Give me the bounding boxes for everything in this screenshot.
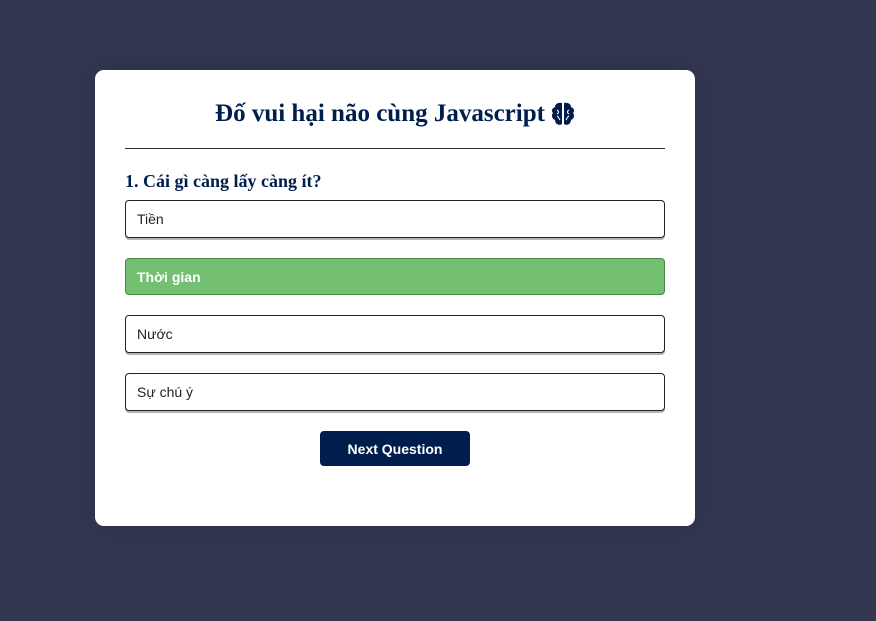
- quiz-title-text: Đố vui hại não cùng Javascript: [215, 100, 545, 127]
- question-text: 1. Cái gì càng lấy càng ít?: [125, 170, 665, 192]
- quiz-card: Đố vui hại não cùng Javascript 1. Cái gì…: [95, 70, 695, 526]
- answer-button-3[interactable]: Nước: [125, 315, 665, 353]
- answer-button-4[interactable]: Sự chú ý: [125, 373, 665, 411]
- title-divider: [125, 148, 665, 149]
- next-question-button[interactable]: Next Question: [320, 431, 470, 466]
- quiz-title: Đố vui hại não cùng Javascript: [125, 70, 665, 130]
- question-number: 1.: [125, 171, 139, 191]
- answer-button-2-correct[interactable]: Thời gian: [125, 258, 665, 295]
- brain-icon: [551, 101, 575, 127]
- answer-list: Tiền Thời gian Nước Sự chú ý: [125, 200, 665, 411]
- question-label: Cái gì càng lấy càng ít?: [143, 171, 322, 191]
- answer-button-1[interactable]: Tiền: [125, 200, 665, 238]
